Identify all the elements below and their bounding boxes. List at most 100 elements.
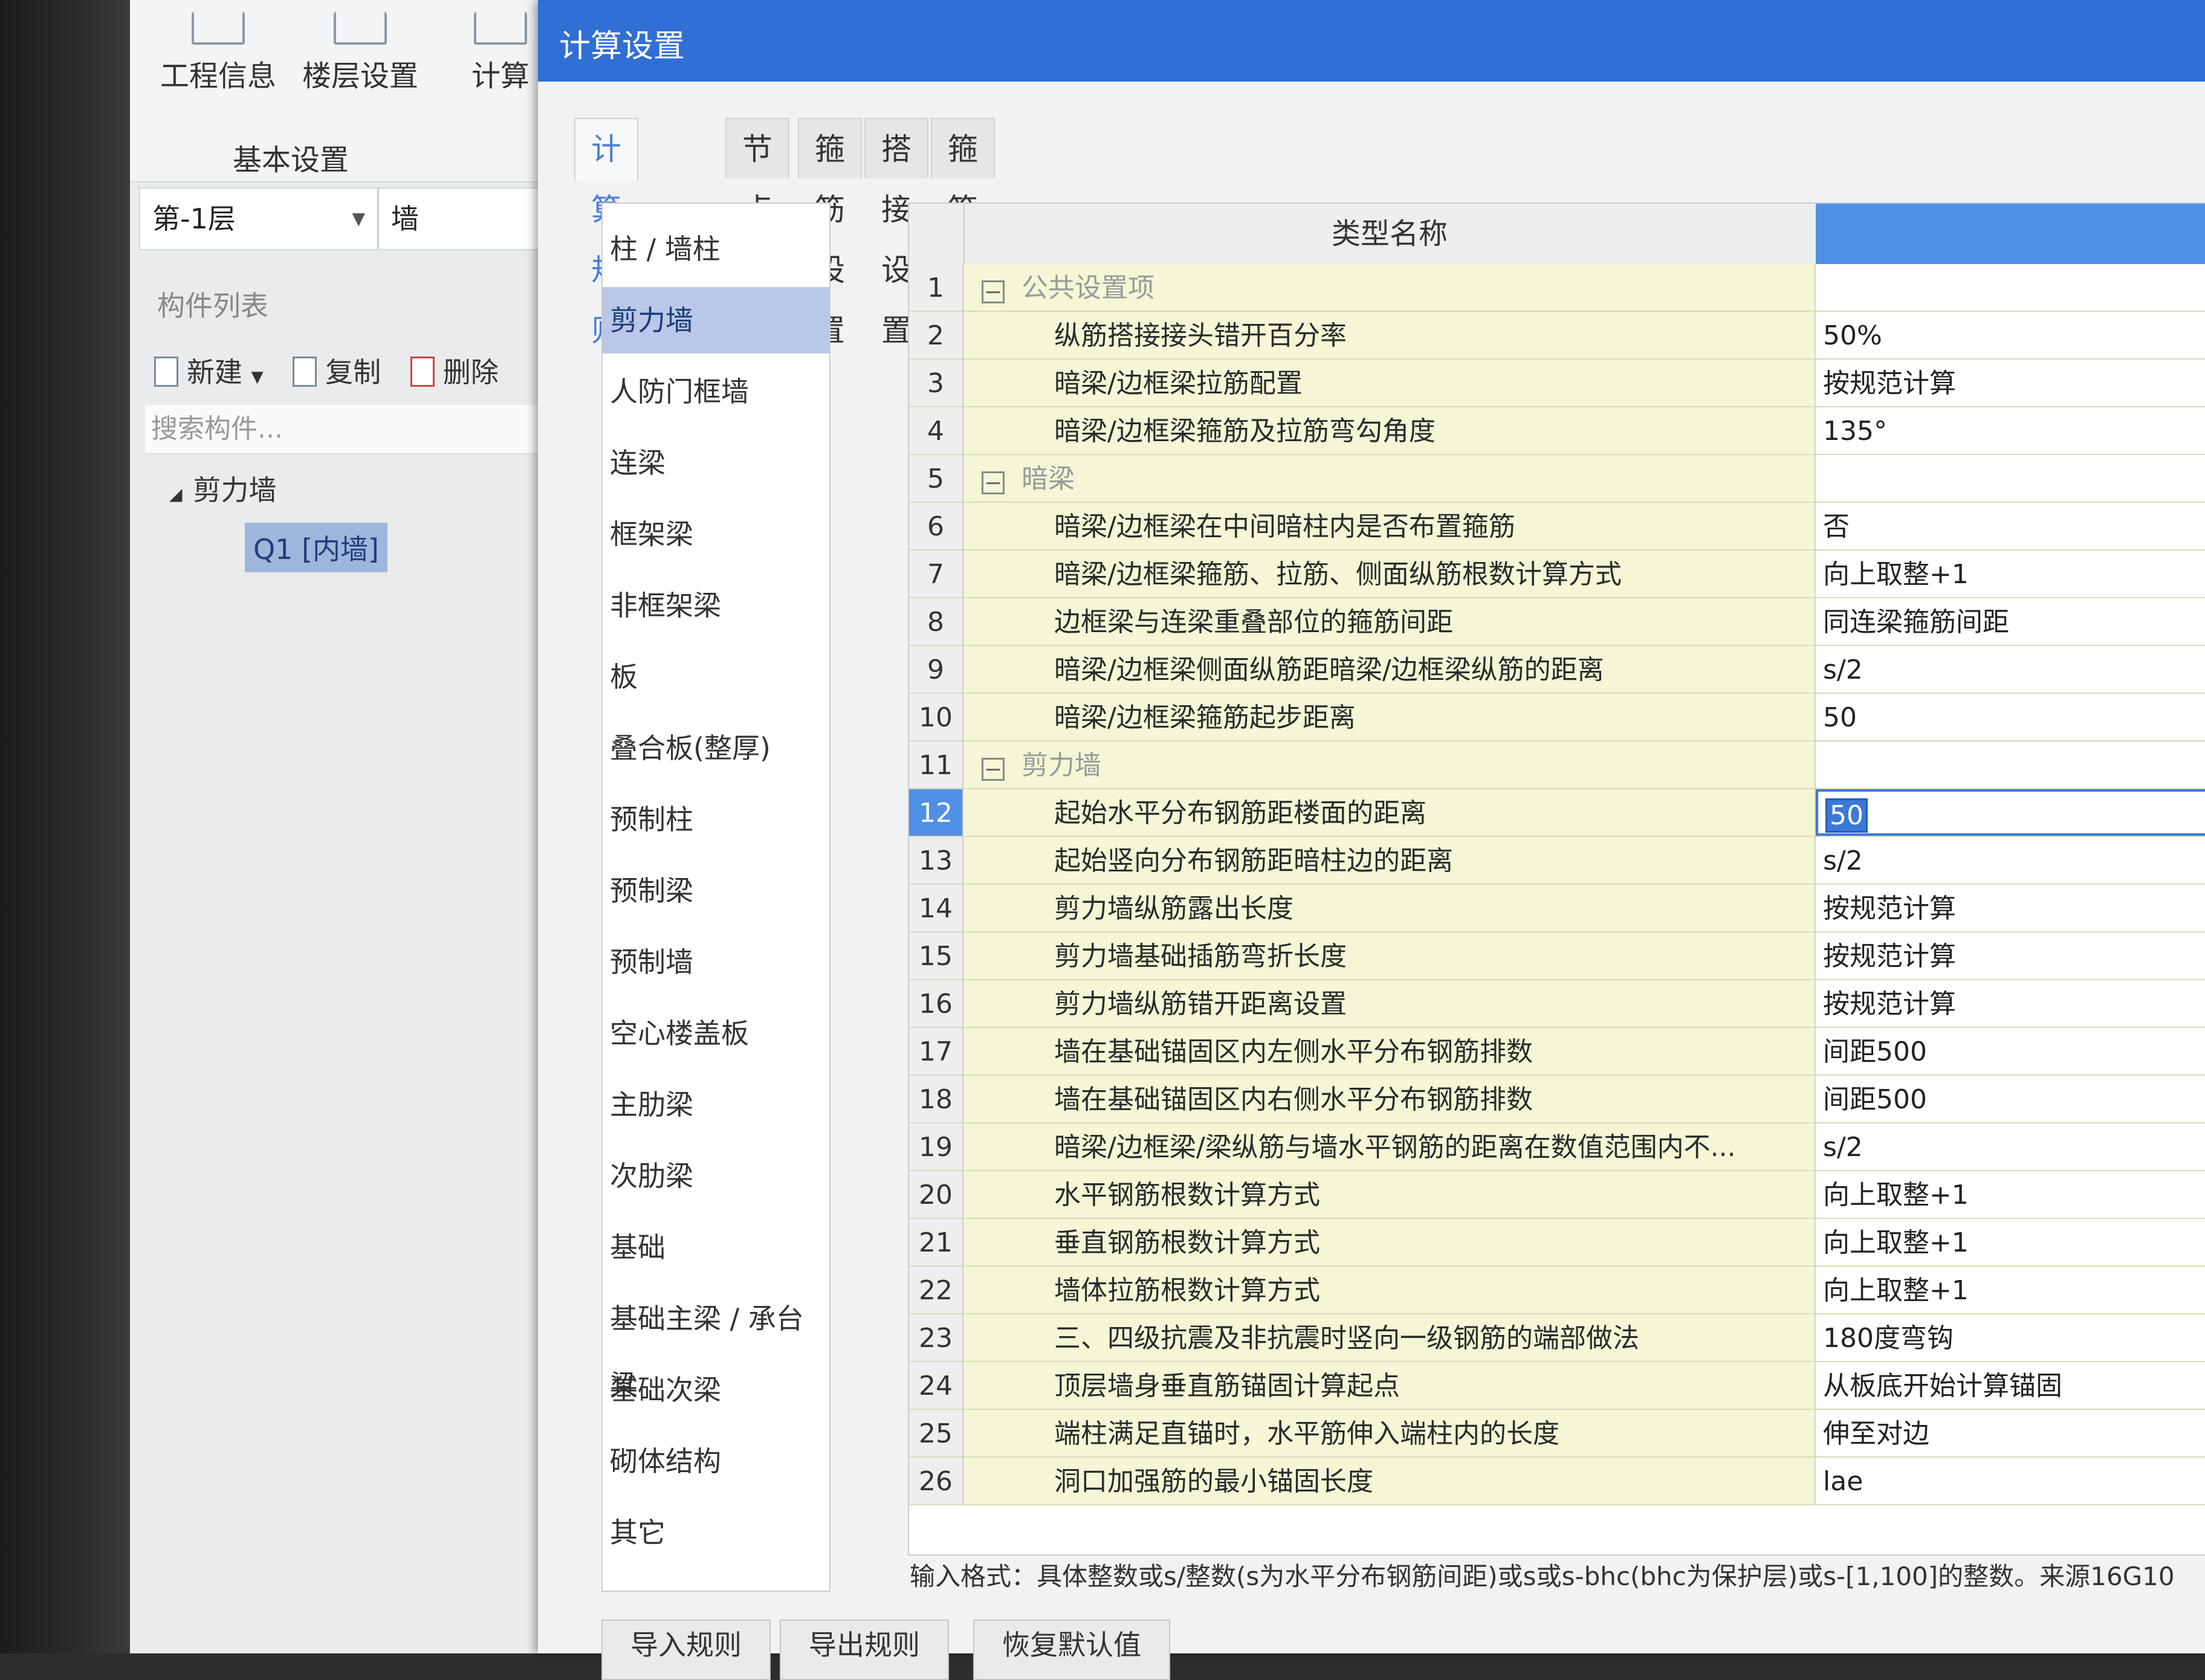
row-number: 10 bbox=[909, 694, 963, 740]
table-row[interactable]: 2 纵筋搭接接头错开百分率 50% bbox=[909, 312, 2205, 360]
value-cell[interactable]: 按规范计算 bbox=[1816, 932, 2205, 979]
table-row[interactable]: 8 边框梁与连梁重叠部位的箍筋间距 同连梁箍筋间距 bbox=[909, 598, 2205, 646]
new-button[interactable]: 新建 ▼ bbox=[154, 356, 264, 389]
table-row[interactable]: 15 剪力墙基础插筋弯折长度 按规范计算 bbox=[909, 932, 2205, 980]
value-cell[interactable]: lae bbox=[1816, 1458, 2205, 1504]
value-cell[interactable]: 向上取整+1 bbox=[1816, 551, 2205, 597]
category-item[interactable]: 非框架梁 bbox=[603, 572, 829, 639]
calc-settings-button[interactable]: 计算 bbox=[471, 12, 529, 94]
value-cell[interactable] bbox=[1816, 455, 2205, 502]
value-cell[interactable]: 按规范计算 bbox=[1816, 360, 2205, 406]
value-cell[interactable]: 向上取整+1 bbox=[1816, 1171, 2205, 1218]
value-cell-editing[interactable]: 50 bbox=[1816, 789, 2205, 836]
table-row[interactable]: 12 起始水平分布钢筋距楼面的距离 50 bbox=[909, 789, 2205, 837]
floor-settings-button[interactable]: 楼层设置 bbox=[302, 12, 418, 94]
category-item[interactable]: 基础 bbox=[603, 1214, 829, 1281]
table-row[interactable]: 17 墙在基础锚固区内左侧水平分布钢筋排数 间距500 bbox=[909, 1028, 2205, 1076]
table-row[interactable]: 10 暗梁/边框梁箍筋起步距离 50 bbox=[909, 694, 2205, 741]
dialog-titlebar[interactable]: 计算设置 bbox=[538, 0, 2205, 82]
import-rules-button[interactable]: 导入规则 bbox=[601, 1620, 771, 1680]
component-search-input[interactable]: 搜索构件... bbox=[145, 405, 550, 454]
table-row[interactable]: 18 墙在基础锚固区内右侧水平分布钢筋排数 间距500 bbox=[909, 1076, 2205, 1123]
category-item[interactable]: 主肋梁 bbox=[603, 1071, 829, 1138]
value-cell[interactable]: 间距500 bbox=[1816, 1028, 2205, 1074]
category-item[interactable]: 连梁 bbox=[603, 430, 829, 496]
copy-button[interactable]: 复制 bbox=[293, 356, 381, 389]
table-row[interactable]: 16 剪力墙纵筋错开距离设置 按规范计算 bbox=[909, 980, 2205, 1028]
category-item[interactable]: 预制柱 bbox=[603, 786, 829, 853]
group-row[interactable]: 5− 暗梁 bbox=[909, 455, 2205, 503]
category-item[interactable]: 空心楼盖板 bbox=[603, 1000, 829, 1067]
tab-stirrup-formula[interactable]: 箍筋公式 bbox=[931, 118, 995, 348]
value-cell[interactable]: s/2 bbox=[1816, 1123, 2205, 1170]
table-row[interactable]: 9 暗梁/边框梁侧面纵筋距暗梁/边框梁纵筋的距离 s/2 bbox=[909, 646, 2205, 694]
value-cell[interactable]: 同连梁箍筋间距 bbox=[1816, 598, 2205, 645]
category-item[interactable]: 框架梁 bbox=[603, 501, 829, 567]
component-type-select[interactable]: 墙 bbox=[391, 189, 419, 249]
category-item[interactable]: 预制墙 bbox=[603, 929, 829, 995]
category-item[interactable]: 板 bbox=[603, 644, 829, 710]
collapse-icon[interactable]: − bbox=[982, 280, 1005, 303]
floor-select[interactable]: 第-1层 ▼ bbox=[140, 189, 379, 249]
group-row[interactable]: 1− 公共设置项 bbox=[909, 264, 2205, 312]
tree-node-q1[interactable]: Q1 [内墙] bbox=[245, 523, 387, 572]
value-cell[interactable]: 50 bbox=[1816, 694, 2205, 740]
category-item[interactable]: 柱 / 墙柱 bbox=[603, 216, 829, 282]
table-row[interactable]: 24 顶层墙身垂直筋锚固计算起点 从板底开始计算锚固 bbox=[909, 1362, 2205, 1410]
table-row[interactable]: 14 剪力墙纵筋露出长度 按规范计算 bbox=[909, 885, 2205, 932]
value-cell[interactable] bbox=[1816, 264, 2205, 311]
delete-button[interactable]: 删除 bbox=[410, 356, 499, 389]
restore-defaults-button[interactable]: 恢复默认值 bbox=[973, 1620, 1170, 1680]
category-item[interactable]: 次肋梁 bbox=[603, 1143, 829, 1209]
collapse-icon[interactable]: − bbox=[982, 758, 1005, 781]
table-row[interactable]: 19 暗梁/边框梁/梁纵筋与墙水平钢筋的距离在数值范围内不... s/2 bbox=[909, 1123, 2205, 1171]
value-cell[interactable]: 伸至对边 bbox=[1816, 1410, 2205, 1456]
value-text: 间距500 bbox=[1823, 1084, 1927, 1115]
row-type-name-text: 剪力墙纵筋错开距离设置 bbox=[1054, 989, 1347, 1019]
table-row[interactable]: 20 水平钢筋根数计算方式 向上取整+1 bbox=[909, 1171, 2205, 1219]
table-row[interactable]: 22 墙体拉筋根数计算方式 向上取整+1 bbox=[909, 1267, 2205, 1314]
category-item[interactable]: 基础次梁 bbox=[603, 1357, 829, 1423]
value-cell[interactable]: 从板底开始计算锚固 bbox=[1816, 1362, 2205, 1409]
value-cell[interactable]: 向上取整+1 bbox=[1816, 1267, 2205, 1313]
project-info-button[interactable]: 工程信息 bbox=[160, 12, 276, 94]
tab-stirrup-settings[interactable]: 箍筋设置 bbox=[798, 118, 862, 348]
category-item[interactable]: 叠合板(整厚) bbox=[603, 715, 829, 781]
table-row[interactable]: 4 暗梁/边框梁箍筋及拉筋弯勾角度 135° bbox=[909, 407, 2205, 455]
tab-calc-rules[interactable]: 计算规则 bbox=[574, 118, 638, 348]
tree-node-shear-wall[interactable]: ◢ 剪力墙 bbox=[169, 468, 277, 508]
table-row[interactable]: 25 端柱满足直锚时，水平筋伸入端柱内的长度 伸至对边 bbox=[909, 1410, 2205, 1458]
value-cell[interactable]: 50% bbox=[1816, 312, 2205, 358]
category-item[interactable]: 基础主梁 / 承台梁 bbox=[603, 1285, 829, 1401]
value-cell[interactable]: 180度弯钩 bbox=[1816, 1314, 2205, 1361]
value-cell[interactable]: 按规范计算 bbox=[1816, 980, 2205, 1027]
category-item[interactable]: 预制梁 bbox=[603, 858, 829, 924]
table-row[interactable]: 26 洞口加强筋的最小锚固长度 lae bbox=[909, 1458, 2205, 1505]
row-number: 4 bbox=[909, 407, 963, 454]
table-row[interactable]: 21 垂直钢筋根数计算方式 向上取整+1 bbox=[909, 1219, 2205, 1267]
collapse-icon[interactable]: − bbox=[982, 471, 1005, 494]
export-rules-button[interactable]: 导出规则 bbox=[780, 1620, 949, 1680]
tab-lap-settings[interactable]: 搭接设置 bbox=[864, 118, 928, 348]
value-cell[interactable]: 向上取整+1 bbox=[1816, 1219, 2205, 1265]
value-cell[interactable]: 135° bbox=[1816, 407, 2205, 454]
table-row[interactable]: 3 暗梁/边框梁拉筋配置 按规范计算 bbox=[909, 360, 2205, 407]
table-row[interactable]: 7 暗梁/边框梁箍筋、拉筋、侧面纵筋根数计算方式 向上取整+1 bbox=[909, 551, 2205, 598]
category-item[interactable]: 砌体结构 bbox=[603, 1428, 829, 1494]
value-cell[interactable]: 间距500 bbox=[1816, 1076, 2205, 1122]
value-cell[interactable]: 按规范计算 bbox=[1816, 885, 2205, 931]
value-cell[interactable] bbox=[1816, 741, 2205, 788]
ribbon-group-label: 基本设置 bbox=[233, 143, 349, 177]
category-item[interactable]: 人防门框墙 bbox=[603, 358, 829, 425]
group-row[interactable]: 11− 剪力墙 bbox=[909, 741, 2205, 789]
category-item[interactable]: 其它 bbox=[603, 1499, 829, 1566]
category-item[interactable]: 剪力墙 bbox=[603, 287, 829, 354]
table-row[interactable]: 13 起始竖向分布钢筋距暗柱边的距离 s/2 bbox=[909, 837, 2205, 885]
table-row[interactable]: 23 三、四级抗震及非抗震时竖向一级钢筋的端部做法 180度弯钩 bbox=[909, 1314, 2205, 1362]
table-row[interactable]: 6 暗梁/边框梁在中间暗柱内是否布置箍筋 否 bbox=[909, 503, 2205, 551]
value-cell[interactable]: s/2 bbox=[1816, 837, 2205, 884]
value-cell[interactable]: 否 bbox=[1816, 503, 2205, 549]
tab-node-settings[interactable]: 节点设置 bbox=[725, 118, 789, 348]
collapse-triangle-icon[interactable]: ◢ bbox=[169, 484, 183, 504]
value-cell[interactable]: s/2 bbox=[1816, 646, 2205, 693]
